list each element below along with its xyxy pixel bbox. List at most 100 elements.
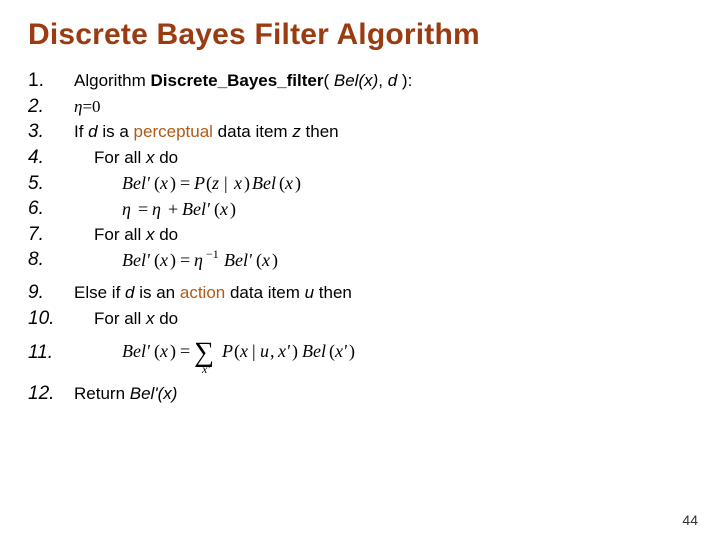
- svg-text:): ): [170, 173, 176, 194]
- svg-text:|: |: [252, 341, 256, 361]
- step-number: 4.: [28, 145, 74, 171]
- svg-text:): ): [170, 250, 176, 271]
- var-d: d: [125, 283, 134, 302]
- svg-text:x: x: [159, 250, 168, 270]
- forall-kw: For all: [94, 225, 146, 244]
- svg-text:=: =: [138, 199, 148, 219]
- svg-text:Bel': Bel': [182, 199, 211, 219]
- svg-text:x: x: [159, 341, 168, 361]
- step-number: 7.: [28, 222, 74, 248]
- svg-text:x: x: [219, 199, 228, 219]
- equation-8: Bel' ( x ) = η −1 Bel' ( x ): [122, 248, 332, 274]
- do-kw: do: [154, 225, 178, 244]
- action-word: action: [180, 283, 225, 302]
- perceptual-word: perceptual: [134, 122, 213, 141]
- svg-text:η: η: [194, 250, 203, 270]
- equation-5: Bel' ( x ) = P ( z | x ) Bel ( x: [122, 172, 352, 196]
- svg-text:Bel: Bel: [302, 341, 326, 361]
- arg-bel: Bel(x): [334, 71, 378, 90]
- svg-text:x: x: [159, 173, 168, 193]
- svg-text:x: x: [261, 250, 270, 270]
- step-11: 11. Bel' ( x ) = ∑ x' P ( x |: [28, 331, 692, 375]
- step-7: 7. For all x do: [28, 222, 692, 248]
- step-number: 1.: [28, 68, 74, 94]
- step-number: 11.: [28, 340, 74, 366]
- if-kw: If: [74, 122, 88, 141]
- step-10: 10. For all x do: [28, 306, 692, 332]
- svg-text:Bel: Bel: [252, 173, 276, 193]
- arg-sep: ,: [378, 71, 387, 90]
- svg-text:η: η: [152, 199, 161, 219]
- step-8: 8. Bel' ( x ) = η −1 Bel' ( x ): [28, 247, 692, 274]
- slide-title: Discrete Bayes Filter Algorithm: [28, 18, 692, 52]
- step-2: 2. η=0: [28, 94, 692, 120]
- svg-text:−1: −1: [206, 248, 219, 261]
- step-number: 10.: [28, 306, 74, 332]
- elseif-kw: Else if: [74, 283, 125, 302]
- equation-6: η = η + Bel' ( x ): [122, 198, 302, 222]
- svg-text:Bel': Bel': [122, 341, 151, 361]
- svg-text:P: P: [221, 341, 233, 361]
- step-number: 5.: [28, 171, 74, 197]
- svg-text:x: x: [284, 173, 293, 193]
- svg-text:x': x': [277, 341, 291, 361]
- then-kw: then: [301, 122, 339, 141]
- svg-text:u: u: [260, 341, 269, 361]
- step-3: 3. If d is a perceptual data item z then: [28, 119, 692, 145]
- step-number: 8.: [28, 247, 74, 273]
- svg-text:=: =: [180, 341, 190, 361]
- forall-kw: For all: [94, 309, 146, 328]
- var-z: z: [292, 122, 301, 141]
- step-number: 2.: [28, 94, 74, 120]
- algo-name: Discrete_Bayes_filter: [151, 71, 324, 90]
- svg-text:): ): [230, 199, 236, 220]
- step-number: 3.: [28, 119, 74, 145]
- do-kw: do: [154, 148, 178, 167]
- svg-text:x: x: [239, 341, 248, 361]
- svg-text:η: η: [122, 199, 131, 219]
- var-d: d: [88, 122, 97, 141]
- svg-text:Bel': Bel': [122, 173, 151, 193]
- paren-close: ):: [397, 71, 412, 90]
- svg-text:+: +: [168, 199, 178, 219]
- svg-text:x': x': [201, 362, 210, 375]
- text: is a: [98, 122, 134, 141]
- step-number: 12.: [28, 381, 74, 407]
- svg-text:): ): [170, 341, 176, 362]
- svg-text:): ): [292, 341, 298, 362]
- var-u: u: [305, 283, 314, 302]
- svg-text:Bel': Bel': [122, 250, 151, 270]
- svg-text:P: P: [193, 173, 205, 193]
- svg-text:): ): [244, 173, 250, 194]
- equation-11: Bel' ( x ) = ∑ x' P ( x | u , x': [122, 331, 422, 375]
- svg-text:,: ,: [270, 341, 275, 361]
- step-5: 5. Bel' ( x ) = P ( z | x ) B: [28, 171, 692, 197]
- text: is an: [135, 283, 180, 302]
- do-kw: do: [154, 309, 178, 328]
- text: data item: [225, 283, 304, 302]
- text: data item: [213, 122, 292, 141]
- step-9: 9. Else if d is an action data item u th…: [28, 280, 692, 306]
- svg-text:Bel': Bel': [224, 250, 253, 270]
- svg-text:|: |: [224, 173, 228, 193]
- step-number: 6.: [28, 196, 74, 222]
- svg-text:=: =: [180, 250, 190, 270]
- svg-text:): ): [349, 341, 355, 362]
- forall-kw: For all: [94, 148, 146, 167]
- algo-keyword: Algorithm: [74, 71, 151, 90]
- algorithm-block: 1. Algorithm Discrete_Bayes_filter( Bel(…: [28, 68, 692, 407]
- return-kw: Return: [74, 384, 130, 403]
- eq-zero: =0: [82, 97, 100, 116]
- paren-open: (: [323, 71, 333, 90]
- step-4: 4. For all x do: [28, 145, 692, 171]
- svg-text:): ): [272, 250, 278, 271]
- svg-text:x': x': [334, 341, 348, 361]
- step-number: 9.: [28, 280, 74, 306]
- svg-text:z: z: [211, 173, 219, 193]
- svg-text:=: =: [180, 173, 190, 193]
- then-kw: then: [314, 283, 352, 302]
- svg-text:x: x: [233, 173, 242, 193]
- svg-text:): ): [295, 173, 301, 194]
- arg-d: d: [388, 71, 397, 90]
- step-1: 1. Algorithm Discrete_Bayes_filter( Bel(…: [28, 68, 692, 94]
